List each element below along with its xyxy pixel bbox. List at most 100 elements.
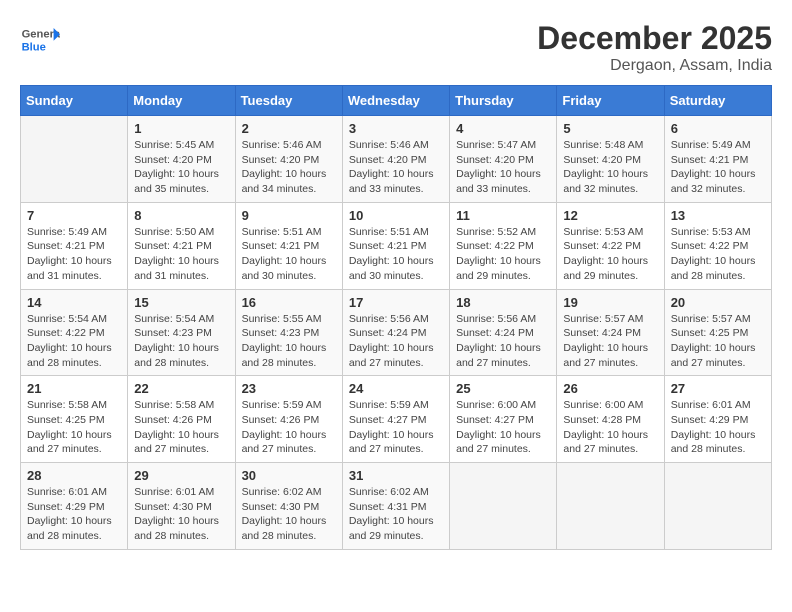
day-number: 16 <box>242 295 336 310</box>
day-number: 25 <box>456 381 550 396</box>
header-thursday: Thursday <box>450 86 557 116</box>
day-info: Sunrise: 5:58 AMSunset: 4:26 PMDaylight:… <box>134 398 228 457</box>
day-info: Sunrise: 5:58 AMSunset: 4:25 PMDaylight:… <box>27 398 121 457</box>
calendar-cell: 6 Sunrise: 5:49 AMSunset: 4:21 PMDaylight… <box>664 116 771 203</box>
day-number: 2 <box>242 121 336 136</box>
day-number: 5 <box>563 121 657 136</box>
day-info: Sunrise: 6:02 AMSunset: 4:31 PMDaylight:… <box>349 485 443 544</box>
day-number: 27 <box>671 381 765 396</box>
page-header: General Blue December 2025 Dergaon, Assa… <box>20 20 772 75</box>
day-info: Sunrise: 5:48 AMSunset: 4:20 PMDaylight:… <box>563 138 657 197</box>
day-number: 3 <box>349 121 443 136</box>
day-info: Sunrise: 5:51 AMSunset: 4:21 PMDaylight:… <box>349 225 443 284</box>
header-friday: Friday <box>557 86 664 116</box>
day-number: 20 <box>671 295 765 310</box>
day-info: Sunrise: 5:55 AMSunset: 4:23 PMDaylight:… <box>242 312 336 371</box>
day-number: 6 <box>671 121 765 136</box>
calendar-table: SundayMondayTuesdayWednesdayThursdayFrid… <box>20 85 772 550</box>
logo-icon: General Blue <box>20 20 60 60</box>
day-info: Sunrise: 5:59 AMSunset: 4:26 PMDaylight:… <box>242 398 336 457</box>
day-info: Sunrise: 5:49 AMSunset: 4:21 PMDaylight:… <box>671 138 765 197</box>
month-title: December 2025 <box>537 20 772 57</box>
day-number: 22 <box>134 381 228 396</box>
week-row-1: 1 Sunrise: 5:45 AMSunset: 4:20 PMDaylight… <box>21 116 772 203</box>
week-row-3: 14Sunrise: 5:54 AMSunset: 4:22 PMDayligh… <box>21 289 772 376</box>
day-number: 31 <box>349 468 443 483</box>
day-number: 24 <box>349 381 443 396</box>
week-row-5: 28 Sunrise: 6:01 AMSunset: 4:29 PMDayligh… <box>21 463 772 550</box>
calendar-header-row: SundayMondayTuesdayWednesdayThursdayFrid… <box>21 86 772 116</box>
day-number: 21 <box>27 381 121 396</box>
day-info: Sunrise: 5:57 AMSunset: 4:24 PMDaylight:… <box>563 312 657 371</box>
day-info: Sunrise: 5:59 AMSunset: 4:27 PMDaylight:… <box>349 398 443 457</box>
calendar-cell: 9 Sunrise: 5:51 AMSunset: 4:21 PMDaylight… <box>235 202 342 289</box>
day-info: Sunrise: 5:53 AMSunset: 4:22 PMDaylight:… <box>671 225 765 284</box>
logo: General Blue <box>20 20 60 60</box>
calendar-cell: 30 Sunrise: 6:02 AMSunset: 4:30 PMDayligh… <box>235 463 342 550</box>
day-info: Sunrise: 5:57 AMSunset: 4:25 PMDaylight:… <box>671 312 765 371</box>
calendar-cell: 16 Sunrise: 5:55 AMSunset: 4:23 PMDayligh… <box>235 289 342 376</box>
calendar-cell: 23 Sunrise: 5:59 AMSunset: 4:26 PMDayligh… <box>235 376 342 463</box>
day-number: 17 <box>349 295 443 310</box>
day-info: Sunrise: 5:47 AMSunset: 4:20 PMDaylight:… <box>456 138 550 197</box>
header-monday: Monday <box>128 86 235 116</box>
day-info: Sunrise: 6:02 AMSunset: 4:30 PMDaylight:… <box>242 485 336 544</box>
day-number: 12 <box>563 208 657 223</box>
calendar-cell: 21 Sunrise: 5:58 AMSunset: 4:25 PMDayligh… <box>21 376 128 463</box>
day-info: Sunrise: 6:01 AMSunset: 4:29 PMDaylight:… <box>27 485 121 544</box>
day-number: 13 <box>671 208 765 223</box>
day-info: Sunrise: 5:46 AMSunset: 4:20 PMDaylight:… <box>349 138 443 197</box>
calendar-cell: 18 Sunrise: 5:56 AMSunset: 4:24 PMDayligh… <box>450 289 557 376</box>
day-number: 28 <box>27 468 121 483</box>
location: Dergaon, Assam, India <box>537 57 772 75</box>
header-sunday: Sunday <box>21 86 128 116</box>
day-info: Sunrise: 6:00 AMSunset: 4:27 PMDaylight:… <box>456 398 550 457</box>
calendar-cell: 8Sunrise: 5:50 AMSunset: 4:21 PMDaylight… <box>128 202 235 289</box>
day-info: Sunrise: 5:51 AMSunset: 4:21 PMDaylight:… <box>242 225 336 284</box>
day-number: 9 <box>242 208 336 223</box>
day-number: 7 <box>27 208 121 223</box>
calendar-cell: 28 Sunrise: 6:01 AMSunset: 4:29 PMDayligh… <box>21 463 128 550</box>
calendar-cell: 3 Sunrise: 5:46 AMSunset: 4:20 PMDaylight… <box>342 116 449 203</box>
day-number: 18 <box>456 295 550 310</box>
day-number: 30 <box>242 468 336 483</box>
calendar-cell: 10 Sunrise: 5:51 AMSunset: 4:21 PMDayligh… <box>342 202 449 289</box>
calendar-cell <box>664 463 771 550</box>
day-info: Sunrise: 6:00 AMSunset: 4:28 PMDaylight:… <box>563 398 657 457</box>
day-info: Sunrise: 5:56 AMSunset: 4:24 PMDaylight:… <box>456 312 550 371</box>
day-number: 11 <box>456 208 550 223</box>
day-info: Sunrise: 5:46 AMSunset: 4:20 PMDaylight:… <box>242 138 336 197</box>
day-info: Sunrise: 5:54 AMSunset: 4:23 PMDaylight:… <box>134 312 228 371</box>
calendar-cell <box>450 463 557 550</box>
day-number: 23 <box>242 381 336 396</box>
calendar-body: 1 Sunrise: 5:45 AMSunset: 4:20 PMDaylight… <box>21 116 772 550</box>
day-number: 26 <box>563 381 657 396</box>
day-number: 15 <box>134 295 228 310</box>
calendar-cell: 7Sunrise: 5:49 AMSunset: 4:21 PMDaylight… <box>21 202 128 289</box>
calendar-cell: 17 Sunrise: 5:56 AMSunset: 4:24 PMDayligh… <box>342 289 449 376</box>
calendar-cell: 13 Sunrise: 5:53 AMSunset: 4:22 PMDayligh… <box>664 202 771 289</box>
calendar-cell: 12 Sunrise: 5:53 AMSunset: 4:22 PMDayligh… <box>557 202 664 289</box>
day-info: Sunrise: 5:56 AMSunset: 4:24 PMDaylight:… <box>349 312 443 371</box>
week-row-2: 7Sunrise: 5:49 AMSunset: 4:21 PMDaylight… <box>21 202 772 289</box>
day-info: Sunrise: 6:01 AMSunset: 4:29 PMDaylight:… <box>671 398 765 457</box>
calendar-cell: 15 Sunrise: 5:54 AMSunset: 4:23 PMDayligh… <box>128 289 235 376</box>
day-info: Sunrise: 5:45 AMSunset: 4:20 PMDaylight:… <box>134 138 228 197</box>
header-wednesday: Wednesday <box>342 86 449 116</box>
day-info: Sunrise: 5:54 AMSunset: 4:22 PMDaylight:… <box>27 312 121 371</box>
day-number: 1 <box>134 121 228 136</box>
day-info: Sunrise: 5:53 AMSunset: 4:22 PMDaylight:… <box>563 225 657 284</box>
day-number: 4 <box>456 121 550 136</box>
day-info: Sunrise: 6:01 AMSunset: 4:30 PMDaylight:… <box>134 485 228 544</box>
calendar-cell: 11Sunrise: 5:52 AMSunset: 4:22 PMDayligh… <box>450 202 557 289</box>
calendar-cell: 27 Sunrise: 6:01 AMSunset: 4:29 PMDayligh… <box>664 376 771 463</box>
calendar-cell: 22 Sunrise: 5:58 AMSunset: 4:26 PMDayligh… <box>128 376 235 463</box>
week-row-4: 21 Sunrise: 5:58 AMSunset: 4:25 PMDayligh… <box>21 376 772 463</box>
calendar-cell: 5 Sunrise: 5:48 AMSunset: 4:20 PMDaylight… <box>557 116 664 203</box>
calendar-cell: 24 Sunrise: 5:59 AMSunset: 4:27 PMDayligh… <box>342 376 449 463</box>
calendar-cell: 31 Sunrise: 6:02 AMSunset: 4:31 PMDayligh… <box>342 463 449 550</box>
day-number: 19 <box>563 295 657 310</box>
calendar-cell: 20 Sunrise: 5:57 AMSunset: 4:25 PMDayligh… <box>664 289 771 376</box>
day-number: 10 <box>349 208 443 223</box>
calendar-cell <box>557 463 664 550</box>
